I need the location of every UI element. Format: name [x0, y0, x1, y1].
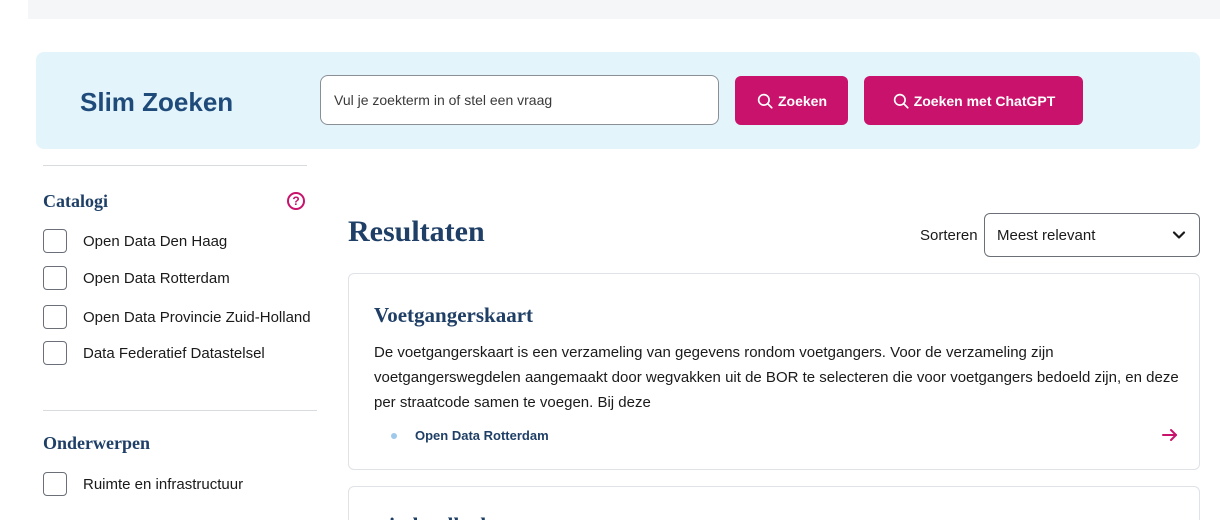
facet-option-label: Open Data Rotterdam	[83, 269, 230, 287]
search-chatgpt-button-label: Zoeken met ChatGPT	[913, 92, 1056, 109]
facet-option-den-haag[interactable]: Open Data Den Haag	[43, 229, 227, 253]
facet-option-label: Data Federatief Datastelsel	[83, 344, 265, 362]
search-button[interactable]: Zoeken	[735, 76, 848, 125]
facet-option-label: Ruimte en infrastructuur	[83, 475, 244, 493]
checkbox[interactable]	[43, 472, 67, 496]
checkbox[interactable]	[43, 229, 67, 253]
checkbox[interactable]	[43, 266, 67, 290]
result-description: De voetgangerskaart is een verzameling v…	[374, 344, 1179, 411]
search-icon	[893, 93, 909, 109]
search-button-label: Zoeken	[777, 92, 827, 109]
sort-label: Sorteren	[920, 227, 978, 244]
facet-option-ruimte[interactable]: Ruimte en infrastructuur	[43, 472, 243, 496]
facet-option-label: Open Data Den Haag	[83, 232, 228, 250]
facet-option-rotterdam[interactable]: Open Data Rotterdam	[43, 266, 230, 290]
help-icon[interactable]: ?	[287, 192, 305, 210]
sort-value: Meest relevant	[997, 226, 1096, 244]
search-chatgpt-button[interactable]: Zoeken met ChatGPT	[864, 76, 1083, 125]
sidebar-divider	[43, 410, 317, 411]
result-title[interactable]: Voetgangerskaart	[374, 303, 533, 328]
arrow-right-icon[interactable]	[1161, 426, 1179, 444]
checkbox[interactable]	[43, 305, 67, 329]
bullet-dot	[391, 432, 397, 439]
result-catalog-label: Open Data Rotterdam	[415, 428, 549, 443]
search-input[interactable]	[320, 75, 719, 125]
brand-title: Slim Zoeken	[80, 87, 234, 117]
result-card[interactable]: Voetgangerskaart De voetgangerskaart is …	[348, 273, 1200, 470]
facet-title-onderwerpen: Onderwerpen	[43, 433, 150, 453]
checkbox[interactable]	[43, 341, 67, 365]
facet-option-federatief[interactable]: Data Federatief Datastelsel	[43, 341, 265, 365]
search-icon	[757, 93, 773, 109]
facet-option-label: Open Data Provincie Zuid-Holland	[83, 308, 311, 326]
sidebar-divider	[43, 165, 307, 166]
facet-option-zuid-holland[interactable]: Open Data Provincie Zuid-Holland	[43, 305, 311, 329]
chevron-down-icon	[1172, 231, 1186, 239]
result-catalog: Open Data Rotterdam	[391, 428, 549, 443]
results-title: Resultaten	[348, 215, 485, 248]
result-card[interactable]: windsnelheden	[348, 486, 1200, 520]
sort-select[interactable]: Meest relevant	[984, 213, 1200, 257]
facet-title-catalogi: Catalogi	[43, 191, 108, 211]
top-strip	[28, 0, 1220, 19]
result-title[interactable]: windsnelheden	[374, 513, 507, 520]
